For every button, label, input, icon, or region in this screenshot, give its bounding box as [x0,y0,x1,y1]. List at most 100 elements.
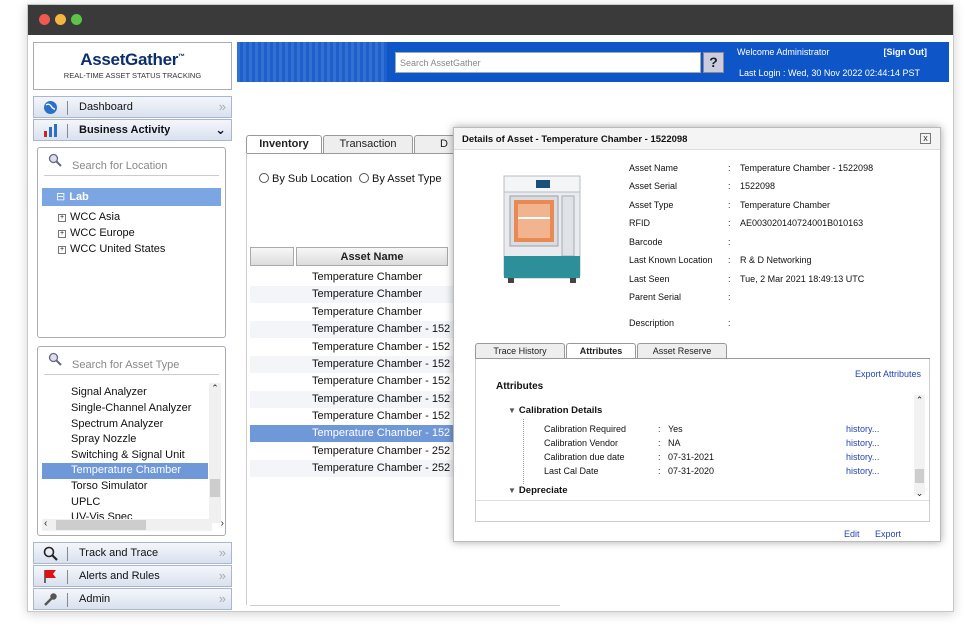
help-button[interactable]: ? [703,52,724,73]
nav-admin[interactable]: Admin » [33,588,232,610]
asset-type-panel: Search for Asset Type Signal Analyzer Si… [37,346,226,536]
chevron-down-icon: ⌄ [215,122,226,137]
tree-node-wcc-united-states[interactable]: + WCC United States [58,243,165,255]
chevron-right-icon: » [218,591,226,606]
asset-type-item[interactable]: Torso Simulator [42,479,208,495]
attributes-vertical-scrollbar[interactable]: ⌃ ⌄ [914,395,925,498]
asset-type-item[interactable]: Signal Analyzer [42,385,208,401]
asset-type-item-selected[interactable]: Temperature Chamber [42,463,208,479]
asset-type-item[interactable]: Spray Nozzle [42,432,208,448]
scroll-right-icon[interactable]: › [221,518,224,529]
flag-icon [42,569,58,584]
last-login-text: Last Login : Wed, 30 Nov 2022 02:44:14 P… [739,68,920,78]
scrollbar-thumb[interactable] [56,520,146,530]
field-label: Barcode [629,237,663,247]
welcome-text: Welcome Administrator [737,47,830,57]
history-link[interactable]: history... [846,466,879,476]
calibration-colon: : [658,452,661,462]
edit-link[interactable]: Edit [844,529,860,539]
sidebar: Dashboard » Business Activity ⌄ Search f… [33,96,232,610]
asset-type-item[interactable]: Single-Channel Analyzer [42,401,208,417]
field-colon: : [728,255,731,265]
asset-type-item[interactable]: Spectrum Analyzer [42,417,208,433]
attributes-title: Attributes [496,381,544,392]
tab-trace-history[interactable]: Trace History [475,343,565,358]
field-label: Asset Name [629,163,679,173]
calibration-value: 07-31-2020 [668,466,715,476]
nav-alerts-and-rules[interactable]: Alerts and Rules » [33,565,232,587]
sign-out-link[interactable]: [Sign Out] [884,47,928,57]
app-window: AssetGather™ REAL-TIME ASSET STATUS TRAC… [27,4,954,612]
tab-attributes[interactable]: Attributes [566,343,636,358]
top-header: Search AssetGather ? Welcome Administrat… [237,42,949,82]
field-value: R & D Networking [740,255,812,265]
tab-transaction[interactable]: Transaction [323,135,413,153]
calibration-value: NA [668,438,681,448]
field-value: Tue, 2 Mar 2021 18:49:13 UTC [740,274,865,284]
chevron-right-icon: » [218,545,226,560]
scroll-down-icon[interactable]: ⌄ [914,488,925,499]
globe-icon [42,100,58,115]
scrollbar-thumb[interactable] [210,479,220,497]
tab-asset-reserve[interactable]: Asset Reserve [637,343,727,358]
radio-by-asset-type[interactable]: By Asset Type [359,173,442,185]
nav-track-and-trace[interactable]: Track and Trace » [33,542,232,564]
export-attributes-link[interactable]: Export Attributes [855,369,921,379]
field-label: Last Seen [629,274,670,284]
history-link[interactable]: history... [846,452,879,462]
calibration-label: Last Cal Date [544,466,599,476]
close-window-button[interactable] [39,14,50,25]
location-panel: Search for Location ⊟ Lab + WCC Asia + WCC … [37,147,226,338]
tab-inventory[interactable]: Inventory [246,135,322,153]
field-colon: : [728,181,731,191]
search-icon [48,352,62,366]
field-value: Temperature Chamber - 1522098 [740,163,874,173]
asset-type-horizontal-scrollbar[interactable]: ‹ › [42,518,224,531]
logo[interactable]: AssetGather™ REAL-TIME ASSET STATUS TRAC… [33,42,232,90]
field-colon: : [728,200,731,210]
field-label: RFID [629,218,650,228]
field-label: Asset Type [629,200,674,210]
maximize-window-button[interactable] [71,14,82,25]
tree-node-wcc-europe[interactable]: + WCC Europe [58,227,135,239]
nav-business-activity[interactable]: Business Activity ⌄ [33,119,232,141]
field-value: Temperature Chamber [740,200,831,210]
tree-node-wcc-asia[interactable]: + WCC Asia [58,211,120,223]
history-link[interactable]: history... [846,424,879,434]
bar-chart-icon [42,123,58,138]
field-colon: : [728,292,731,302]
calibration-value: 07-31-2021 [668,452,715,462]
location-search-input[interactable]: Search for Location [44,154,219,176]
attributes-panel: Export Attributes Attributes ▼ Calibratio… [475,359,930,522]
scroll-up-icon[interactable]: ⌃ [914,395,925,406]
calibration-colon: : [658,466,661,476]
asset-type-vertical-scrollbar[interactable]: ⌃ [209,383,221,523]
tree-node-lab[interactable]: ⊟ Lab [42,188,221,206]
logo-brand: AssetGather™ [80,50,185,69]
scrollbar-thumb[interactable] [915,469,924,483]
header-decoration [237,42,387,82]
minimize-window-button[interactable] [55,14,66,25]
scroll-left-icon[interactable]: ‹ [44,518,47,529]
field-colon: : [728,218,731,228]
radio-by-sub-location[interactable]: By Sub Location [259,173,352,185]
field-label: Last Known Location [629,255,713,265]
wrench-icon [42,592,58,607]
section-depreciate[interactable]: ▼ Depreciate [508,485,568,496]
calibration-colon: : [658,438,661,448]
table-header-asset-name[interactable]: Asset Name [296,247,448,266]
title-bar [28,5,953,35]
scroll-up-icon[interactable]: ⌃ [209,383,221,395]
section-calibration-details[interactable]: ▼ Calibration Details [508,405,602,416]
nav-dashboard[interactable]: Dashboard » [33,96,232,118]
export-link[interactable]: Export [875,529,901,539]
field-colon: : [728,163,731,173]
chevron-right-icon: » [218,568,226,583]
asset-type-search-input[interactable]: Search for Asset Type [44,353,219,375]
close-icon[interactable]: x [920,133,931,144]
calibration-label: Calibration Required [544,424,627,434]
global-search-input[interactable]: Search AssetGather [395,52,701,73]
history-link[interactable]: history... [846,438,879,448]
asset-type-item[interactable]: Switching & Signal Unit [42,448,208,464]
asset-type-item[interactable]: UPLC [42,495,208,511]
